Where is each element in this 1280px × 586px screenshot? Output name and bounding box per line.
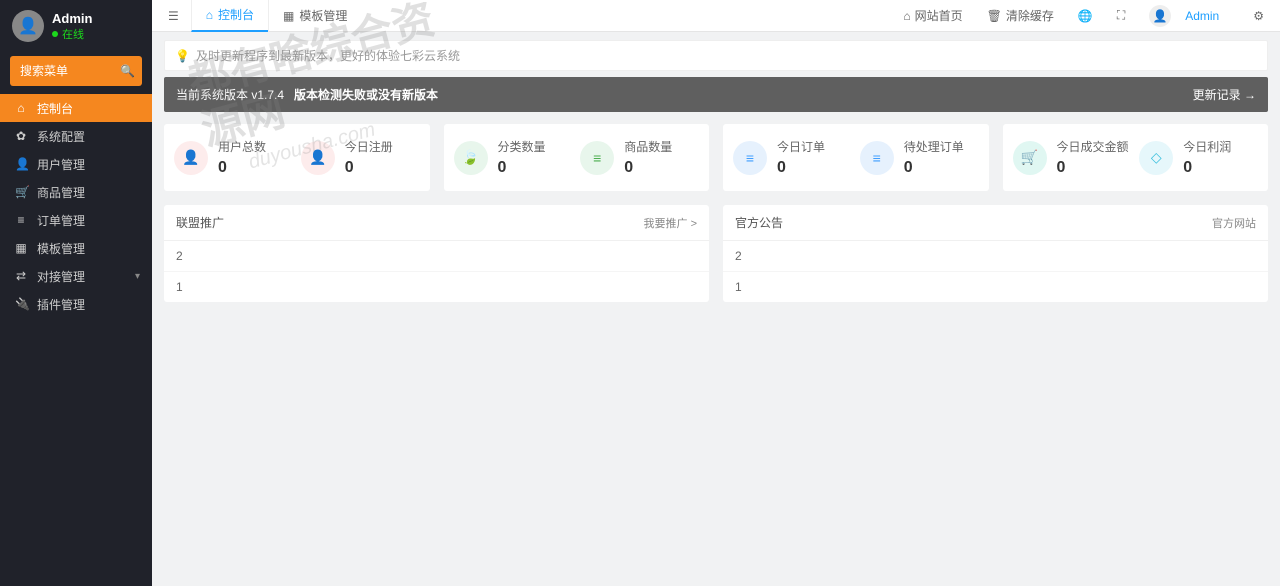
stat-card: 👤 用户总数 0 👤 今日注册 0 bbox=[164, 124, 430, 191]
stat-value: 0 bbox=[777, 159, 825, 177]
language-button[interactable]: 🌐 bbox=[1066, 0, 1105, 32]
chevron-down-icon: ▾ bbox=[135, 271, 140, 282]
stat-icon: 🛒 bbox=[1013, 141, 1047, 175]
sidebar: 👤 Admin 在线 🔍 ⌂控制台✿系统配置👤用户管理🛒商品管理≡订单管理▦模板… bbox=[0, 0, 152, 586]
bulb-icon: 💡 bbox=[175, 49, 190, 63]
tab-icon: ⌂ bbox=[206, 8, 213, 22]
nav-templates[interactable]: ▦模板管理 bbox=[0, 234, 152, 262]
tab-dashboard[interactable]: ⌂控制台 bbox=[191, 0, 268, 32]
avatar-icon: 👤 bbox=[12, 10, 44, 42]
stat-icon: ≡ bbox=[580, 141, 614, 175]
stat-icon: 🍃 bbox=[454, 141, 488, 175]
fullscreen-button[interactable]: ⛶ bbox=[1105, 0, 1137, 32]
nav-dock[interactable]: ⇄对接管理▾ bbox=[0, 262, 152, 290]
stat-card: ≡ 今日订单 0 ≡ 待处理订单 0 bbox=[723, 124, 989, 191]
stat-value: 0 bbox=[1183, 159, 1231, 177]
list-item[interactable]: 2 bbox=[723, 241, 1268, 272]
menu-toggle-button[interactable]: ☰ bbox=[156, 0, 191, 32]
stat-value: 0 bbox=[498, 159, 546, 177]
panel-promotion: 联盟推广 我要推广 > 21 bbox=[164, 205, 709, 302]
stat-label: 今日订单 bbox=[777, 138, 825, 155]
sidebar-nav: ⌂控制台✿系统配置👤用户管理🛒商品管理≡订单管理▦模板管理⇄对接管理▾🔌插件管理 bbox=[0, 94, 152, 318]
nav-icon: ≡ bbox=[15, 213, 27, 227]
version-bar: 当前系统版本 v1.7.4 版本检测失败或没有新版本 更新记录 → bbox=[164, 77, 1268, 112]
nav-icon: ⌂ bbox=[15, 101, 27, 115]
stat-value: 0 bbox=[1057, 159, 1129, 177]
stat-icon: ≡ bbox=[733, 141, 767, 175]
stat-label: 商品数量 bbox=[624, 138, 672, 155]
sidebar-user[interactable]: 👤 Admin 在线 bbox=[0, 0, 152, 52]
promotion-link[interactable]: 我要推广 > bbox=[644, 215, 697, 231]
list-item[interactable]: 1 bbox=[723, 272, 1268, 302]
panel-title: 官方公告 bbox=[735, 214, 783, 231]
nav-system[interactable]: ✿系统配置 bbox=[0, 122, 152, 150]
nav-icon: ✿ bbox=[15, 129, 27, 143]
stat-icon: 👤 bbox=[174, 141, 208, 175]
hamburger-icon: ☰ bbox=[168, 9, 179, 23]
list-item[interactable]: 2 bbox=[164, 241, 709, 272]
stat-label: 今日注册 bbox=[345, 138, 393, 155]
search-icon[interactable]: 🔍 bbox=[120, 64, 132, 78]
stat-label: 今日成交金额 bbox=[1057, 138, 1129, 155]
tab-templates[interactable]: ▦模板管理 bbox=[268, 0, 361, 32]
topbar: ☰ ⌂控制台▦模板管理 ⌂网站首页 🗑清除缓存 🌐 ⛶ 👤 Admin ⚙ bbox=[152, 0, 1280, 32]
panel-announcement: 官方公告 官方网站 21 bbox=[723, 205, 1268, 302]
stat-card: 🍃 分类数量 0 ≡ 商品数量 0 bbox=[444, 124, 710, 191]
stat-card: 🛒 今日成交金额 0 ◇ 今日利润 0 bbox=[1003, 124, 1269, 191]
stat-icon: ≡ bbox=[860, 141, 894, 175]
main: 都有啥综合资源网 duyousha.com ☰ ⌂控制台▦模板管理 ⌂网站首页 … bbox=[152, 0, 1280, 586]
panel-title: 联盟推广 bbox=[176, 214, 224, 231]
home-link[interactable]: ⌂网站首页 bbox=[891, 0, 974, 32]
gear-icon: ⚙ bbox=[1253, 9, 1264, 23]
nav-users[interactable]: 👤用户管理 bbox=[0, 150, 152, 178]
stat-value: 0 bbox=[904, 159, 964, 177]
official-site-link[interactable]: 官方网站 bbox=[1212, 215, 1256, 231]
tab-icon: ▦ bbox=[283, 9, 294, 23]
nav-icon: 🔌 bbox=[15, 297, 27, 311]
nav-orders[interactable]: ≡订单管理 bbox=[0, 206, 152, 234]
version-status: 版本检测失败或没有新版本 bbox=[294, 86, 438, 103]
stat-icon: 👤 bbox=[301, 141, 335, 175]
settings-button[interactable]: ⚙ bbox=[1241, 0, 1276, 32]
stat-icon: ◇ bbox=[1139, 141, 1173, 175]
stat-value: 0 bbox=[624, 159, 672, 177]
topbar-user[interactable]: 👤 Admin bbox=[1137, 0, 1241, 32]
stat-label: 待处理订单 bbox=[904, 138, 964, 155]
nav-plugins[interactable]: 🔌插件管理 bbox=[0, 290, 152, 318]
nav-icon: ⇄ bbox=[15, 269, 27, 283]
translate-icon: 🌐 bbox=[1078, 9, 1093, 23]
sidebar-search[interactable]: 🔍 bbox=[10, 56, 142, 86]
update-tip: 💡 及时更新程序到最新版本，更好的体验七彩云系统 bbox=[164, 40, 1268, 71]
stat-label: 分类数量 bbox=[498, 138, 546, 155]
user-avatar-icon: 👤 bbox=[1149, 5, 1171, 27]
nav-icon: 👤 bbox=[15, 157, 27, 171]
clear-cache-button[interactable]: 🗑清除缓存 bbox=[975, 0, 1066, 32]
stat-value: 0 bbox=[345, 159, 393, 177]
sidebar-status: 在线 bbox=[52, 26, 92, 42]
nav-icon: ▦ bbox=[15, 241, 27, 255]
stat-label: 用户总数 bbox=[218, 138, 266, 155]
nav-icon: 🛒 bbox=[15, 185, 27, 199]
fullscreen-icon: ⛶ bbox=[1117, 8, 1125, 23]
sidebar-username: Admin bbox=[52, 11, 92, 26]
version-label: 当前系统版本 v1.7.4 bbox=[176, 86, 284, 103]
nav-dashboard[interactable]: ⌂控制台 bbox=[0, 94, 152, 122]
stat-value: 0 bbox=[218, 159, 266, 177]
stat-label: 今日利润 bbox=[1183, 138, 1231, 155]
home-icon: ⌂ bbox=[903, 9, 910, 23]
list-item[interactable]: 1 bbox=[164, 272, 709, 302]
changelog-link[interactable]: 更新记录 → bbox=[1193, 86, 1256, 103]
search-input[interactable] bbox=[20, 64, 112, 78]
nav-goods[interactable]: 🛒商品管理 bbox=[0, 178, 152, 206]
trash-icon: 🗑 bbox=[987, 9, 1002, 23]
